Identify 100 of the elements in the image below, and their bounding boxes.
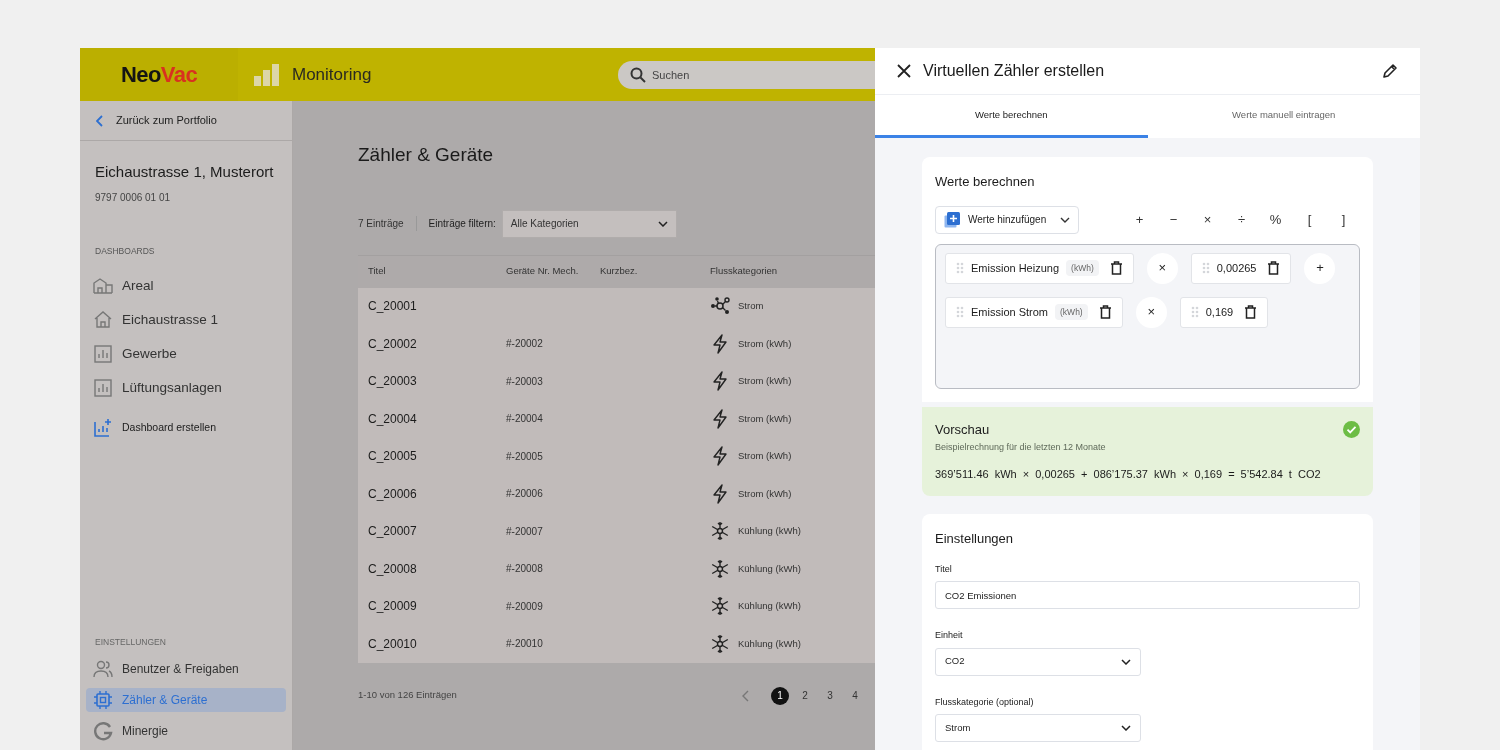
settings-item[interactable]: Minergie — [86, 719, 286, 743]
table-cell-text: C_20010 — [368, 635, 418, 653]
table-cell: Strom — [738, 299, 764, 314]
value-chip[interactable]: Emission Heizung (kWh) — [945, 252, 1134, 284]
trash-icon — [1109, 261, 1123, 275]
table-cell-text: #-20004 — [506, 412, 544, 427]
formula-box[interactable]: Emission Heizung (kWh) × 0,00265 + Emission Strom (kWh) × 0,169 — [935, 243, 1360, 389]
table-cell: Kühlung (kWh) — [738, 636, 801, 651]
tab[interactable]: Werte berechnen — [875, 95, 1148, 138]
chart-icon — [93, 378, 113, 399]
field-label: Einheit — [935, 629, 964, 642]
chip-icon — [93, 690, 113, 710]
close-icon — [897, 64, 911, 78]
section-heading: DASHBOARDS — [94, 244, 156, 258]
settings-item[interactable]: Benutzer & Freigaben — [86, 657, 286, 681]
house-icon — [93, 310, 113, 331]
snowflake-icon — [710, 521, 730, 542]
operator-button[interactable]: ÷ — [1231, 209, 1252, 230]
search-icon — [630, 66, 646, 83]
logo-text: Neo — [120, 61, 161, 89]
operator-button[interactable]: ] — [1333, 209, 1354, 230]
table-cell-text: C_20008 — [368, 560, 418, 578]
preview-title: Vorschau — [935, 420, 990, 439]
preview-formula: 369’511.46 kWh × 0,00265 + 086’175.37 kWh × 0,169 = 5’542.84 t CO2 — [935, 466, 1322, 482]
page-button[interactable]: 1 — [771, 686, 789, 705]
card-title: Werte berechnen — [935, 173, 1036, 191]
table-cell-text: C_20002 — [368, 335, 418, 353]
operator-button[interactable]: % — [1265, 209, 1286, 230]
constant-chip[interactable]: 0,00265 — [1190, 252, 1292, 284]
trash-icon — [1244, 305, 1258, 319]
table-cell-text: #-20006 — [506, 487, 544, 502]
column-header: Kurzbez. — [600, 264, 639, 279]
logo-text: Vac — [160, 61, 198, 89]
chevron-left-icon — [742, 689, 750, 702]
dashboard-item[interactable]: Lüftungsanlagen — [87, 371, 285, 406]
building-icon — [93, 276, 113, 297]
table-cell-text: #-20010 — [506, 637, 544, 652]
dashboard-item[interactable]: Eichaustrasse 1 — [87, 303, 285, 338]
close-button[interactable] — [897, 64, 911, 78]
app-title: Monitoring — [292, 63, 372, 86]
edit-button[interactable] — [1382, 63, 1398, 79]
table-cell-text: #-20003 — [506, 374, 544, 389]
delete-button[interactable] — [1244, 305, 1258, 319]
trash-icon — [1267, 261, 1281, 275]
operator-button[interactable]: [ — [1299, 209, 1320, 230]
pagination-summary: 1-10 von 126 Einträgen — [358, 688, 458, 703]
section-heading: EINSTELLUNGEN — [94, 636, 167, 649]
add-values-button[interactable]: Werte hinzufügen — [935, 205, 1079, 234]
page-title: Zähler & Geräte — [358, 143, 495, 167]
operator-button[interactable]: × — [1135, 296, 1167, 328]
table-cell: Strom (kWh) — [738, 336, 792, 351]
chevron-down-icon — [657, 220, 668, 227]
delete-button[interactable] — [1109, 261, 1123, 275]
operator-button[interactable]: + — [1304, 252, 1336, 284]
operator-button[interactable]: + — [1129, 209, 1150, 230]
text-field[interactable]: CO2 Emissionen — [935, 581, 1360, 609]
table-cell-text: #-20002 — [506, 337, 544, 352]
column-header: Flusskategorien — [710, 264, 779, 279]
table-cell-text: #-20008 — [506, 562, 544, 577]
drag-handle-icon — [956, 306, 964, 318]
snowflake-icon — [710, 633, 730, 654]
chevron-down-icon — [1121, 658, 1131, 665]
table-cell: Strom (kWh) — [738, 449, 792, 464]
unit-tag: (kWh) — [1055, 303, 1088, 321]
chevron-down-icon — [1060, 216, 1070, 223]
delete-button[interactable] — [1267, 261, 1281, 275]
dashboard-item[interactable]: Gewerbe — [87, 337, 285, 372]
table-cell-text: C_20009 — [368, 598, 418, 616]
delete-button[interactable] — [1098, 305, 1112, 319]
table-cell-text: C_20007 — [368, 523, 418, 541]
category-dropdown[interactable]: Alle Kategorien — [501, 209, 677, 238]
g-logo-icon — [93, 721, 113, 741]
table-cell-text: #-20007 — [506, 524, 544, 539]
page-button[interactable]: 3 — [821, 686, 839, 705]
tab[interactable]: Werte manuell eintragen — [1147, 95, 1420, 138]
operator-button[interactable]: × — [1146, 252, 1178, 284]
drag-handle-icon — [1190, 306, 1199, 318]
operator-button[interactable]: − — [1163, 209, 1184, 230]
operator-button[interactable]: × — [1197, 209, 1218, 230]
dropdown-field[interactable]: Strom — [935, 714, 1141, 742]
constant-chip[interactable]: 0,169 — [1179, 296, 1269, 328]
back-link[interactable]: Zurück zum Portfolio — [80, 101, 292, 141]
table-cell: Kühlung (kWh) — [738, 561, 801, 576]
create-dashboard-link[interactable]: Dashboard erstellen — [87, 411, 285, 446]
table-cell-text: C_20004 — [368, 410, 418, 428]
value-chip[interactable]: Emission Strom (kWh) — [945, 296, 1123, 328]
filter-label: Einträge filtern: — [427, 217, 497, 231]
field-label: Flusskategorie (optional) — [935, 695, 1035, 709]
dropdown-field[interactable]: CO2 — [935, 647, 1141, 676]
dashboard-item[interactable]: Areal — [87, 269, 285, 304]
page-button[interactable]: 2 — [796, 686, 814, 705]
panel-title: Virtuellen Zähler erstellen — [923, 61, 1105, 81]
table-cell: Strom (kWh) — [738, 411, 792, 426]
page-button[interactable]: 4 — [846, 686, 864, 705]
bar-chart-icon — [254, 63, 280, 86]
trash-icon — [1098, 305, 1112, 319]
table-cell: Strom (kWh) — [738, 374, 792, 389]
search-field[interactable]: Suchen — [618, 60, 875, 89]
table-cell: Strom (kWh) — [738, 486, 792, 501]
users-icon — [93, 659, 113, 679]
